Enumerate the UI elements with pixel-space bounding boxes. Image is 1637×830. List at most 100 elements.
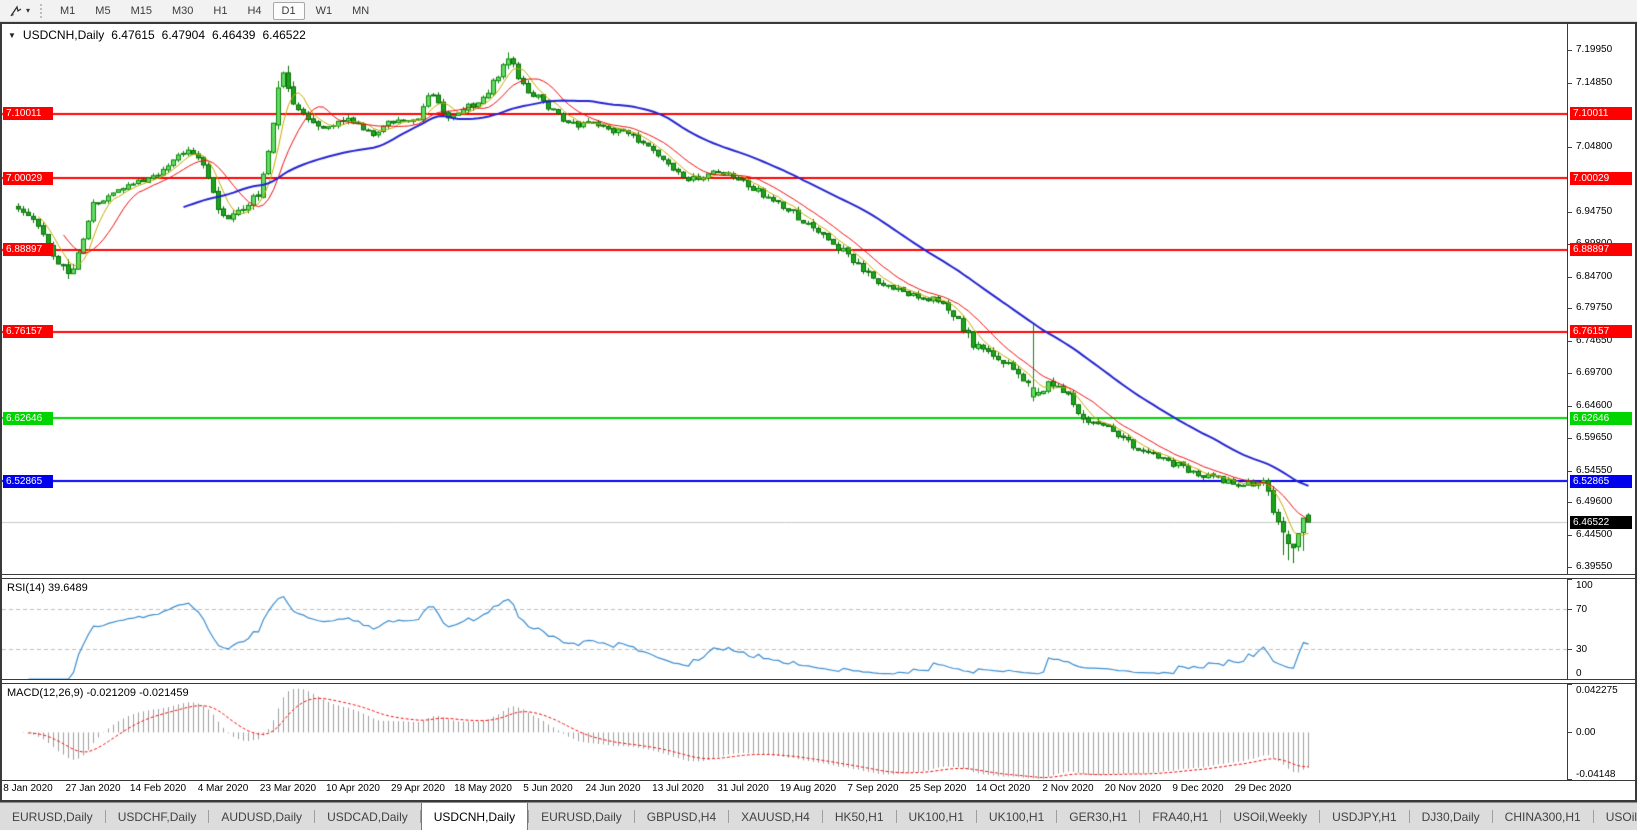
- timeframe-button-h4[interactable]: H4: [238, 2, 270, 20]
- chart-tab-usdcnh-daily[interactable]: USDCNH,Daily: [421, 803, 528, 830]
- macd-plot-area[interactable]: MACD(12,26,9) -0.021209 -0.021459: [2, 684, 1567, 780]
- ohlc-high: 6.47904: [162, 28, 205, 42]
- macd-tick-mark: [1568, 684, 1572, 685]
- price-tick-mark: [1568, 212, 1572, 213]
- rsi-panel: RSI(14) 39.6489 100 70 30 0: [2, 579, 1635, 679]
- date-tick-label: 31 Jul 2020: [717, 783, 769, 794]
- macd-canvas[interactable]: [2, 684, 1567, 780]
- price-tick-mark: [1568, 83, 1572, 84]
- price-tick-mark: [1568, 406, 1572, 407]
- price-plot-area[interactable]: ▼ USDCNH,Daily 6.47615 6.47904 6.46439 6…: [2, 24, 1567, 574]
- timeframe-button-w1[interactable]: W1: [307, 2, 342, 20]
- chart-tab-ger30-h1[interactable]: GER30,H1: [1057, 803, 1139, 830]
- chart-tab-gbpusd-h4[interactable]: GBPUSD,H4: [635, 803, 728, 830]
- chart-tab-usdchf-daily[interactable]: USDCHF,Daily: [106, 803, 209, 830]
- chart-tab-xauusd-h4[interactable]: XAUUSD,H4: [729, 803, 822, 830]
- rsi-plot-area[interactable]: RSI(14) 39.6489: [2, 579, 1567, 679]
- macd-tick-label: 0.00: [1576, 727, 1595, 738]
- chart-tab-fra40-h1[interactable]: FRA40,H1: [1140, 803, 1220, 830]
- toolbar-grip[interactable]: [40, 4, 42, 18]
- price-tick-label: 6.49600: [1576, 496, 1612, 507]
- chart-tab-eurusd-daily[interactable]: EURUSD,Daily: [0, 803, 105, 830]
- date-tick-label: 24 Jun 2020: [585, 783, 640, 794]
- macd-axis: 0.0422750.00-0.04148: [1567, 684, 1635, 780]
- rsi-tick-mark: [1568, 649, 1572, 650]
- chart-tab-usdcad-daily[interactable]: USDCAD,Daily: [315, 803, 420, 830]
- chart-tab-uk100-h1[interactable]: UK100,H1: [897, 803, 976, 830]
- chart-tab-audusd-daily[interactable]: AUDUSD,Daily: [209, 803, 314, 830]
- rsi-tick-mark: [1568, 679, 1572, 680]
- chart-tab-china300-h1[interactable]: CHINA300,H1: [1493, 803, 1593, 830]
- date-tick-label: 18 May 2020: [454, 783, 512, 794]
- macd-panel: MACD(12,26,9) -0.021209 -0.021459 0.0422…: [2, 684, 1635, 780]
- rsi-axis: 100 70 30 0: [1567, 579, 1635, 679]
- date-tick-label: 8 Jan 2020: [3, 783, 53, 794]
- date-tick-label: 13 Jul 2020: [652, 783, 704, 794]
- ohlc-low: 6.46439: [212, 28, 255, 42]
- chart-tab-hk50-h1[interactable]: HK50,H1: [823, 803, 896, 830]
- chart-tab-uk100-h1[interactable]: UK100,H1: [977, 803, 1056, 830]
- chart-tab-eurusd-daily[interactable]: EURUSD,Daily: [529, 803, 634, 830]
- hline-left-price-tag: 6.52865: [3, 475, 53, 488]
- date-tick-label: 29 Dec 2020: [1235, 783, 1292, 794]
- timeframe-button-m1[interactable]: M1: [51, 2, 84, 20]
- timeframe-button-d1[interactable]: D1: [273, 2, 305, 20]
- price-tick-label: 6.79750: [1576, 302, 1612, 313]
- hline-left-price-tag: 6.88897: [3, 243, 53, 256]
- timeframe-button-m5[interactable]: M5: [86, 2, 119, 20]
- price-tick-mark: [1568, 471, 1572, 472]
- price-panel: ▼ USDCNH,Daily 6.47615 6.47904 6.46439 6…: [2, 24, 1635, 574]
- hline-left-price-tag: 6.76157: [3, 325, 53, 338]
- rsi-tick-label: 70: [1576, 604, 1587, 615]
- price-tick-mark: [1568, 341, 1572, 342]
- timeframe-button-m30[interactable]: M30: [163, 2, 202, 20]
- timeframe-toolbar: M1M5M15M30H1H4D1W1MN: [50, 2, 379, 20]
- chart-window: ▼ USDCNH,Daily 6.47615 6.47904 6.46439 6…: [0, 22, 1637, 802]
- top-toolbar: ▾ M1M5M15M30H1H4D1W1MN: [0, 0, 1637, 22]
- date-tick-label: 7 Sep 2020: [847, 783, 898, 794]
- hline-left-price-tag: 7.10011: [3, 107, 53, 120]
- chart-tab-dj30-daily[interactable]: DJ30,Daily: [1410, 803, 1492, 830]
- date-tick-label: 4 Mar 2020: [198, 783, 249, 794]
- chart-tab-usoil-weekly[interactable]: USOil,Weekly: [1221, 803, 1319, 830]
- price-tick-mark: [1568, 147, 1572, 148]
- price-tick-mark: [1568, 438, 1572, 439]
- hline-price-tag: 6.76157: [1570, 325, 1632, 338]
- price-tick-mark: [1568, 373, 1572, 374]
- price-chart-canvas[interactable]: [2, 24, 1567, 574]
- timeframe-button-h1[interactable]: H1: [204, 2, 236, 20]
- date-tick-label: 27 Jan 2020: [65, 783, 120, 794]
- timeframe-button-mn[interactable]: MN: [343, 2, 378, 20]
- rsi-tick-label: 100: [1576, 580, 1593, 591]
- macd-tick-mark: [1568, 779, 1572, 780]
- time-axis: 8 Jan 202027 Jan 202014 Feb 20204 Mar 20…: [2, 780, 1635, 798]
- price-tick-mark: [1568, 502, 1572, 503]
- date-tick-label: 20 Nov 2020: [1105, 783, 1162, 794]
- chart-tab-bar: EURUSD,DailyUSDCHF,DailyAUDUSD,DailyUSDC…: [0, 802, 1637, 830]
- rsi-canvas[interactable]: [2, 579, 1567, 679]
- macd-tick-label: 0.042275: [1576, 685, 1618, 696]
- hline-price-tag: 6.88897: [1570, 243, 1632, 256]
- hline-price-tag: 6.52865: [1570, 475, 1632, 488]
- chevron-down-icon: ▾: [26, 6, 30, 15]
- rsi-tick-mark: [1568, 609, 1572, 610]
- hline-price-tag: 6.62646: [1570, 412, 1632, 425]
- rsi-label: RSI(14) 39.6489: [7, 582, 88, 594]
- price-tick-label: 6.94750: [1576, 206, 1612, 217]
- date-tick-label: 10 Apr 2020: [326, 783, 380, 794]
- date-tick-label: 2 Nov 2020: [1042, 783, 1093, 794]
- crosshair-cursor-icon: [9, 4, 23, 18]
- price-tick-mark: [1568, 308, 1572, 309]
- chart-cursor-tool[interactable]: ▾: [5, 3, 34, 19]
- chart-tab-partial[interactable]: USOil,: [1594, 803, 1637, 830]
- rsi-tick-label: 0: [1576, 668, 1582, 679]
- price-tick-label: 6.59650: [1576, 432, 1612, 443]
- price-tick-label: 6.44500: [1576, 529, 1612, 540]
- chart-tab-usdjpy-h1[interactable]: USDJPY,H1: [1320, 803, 1408, 830]
- hline-left-price-tag: 6.62646: [3, 412, 53, 425]
- rsi-tick-label: 30: [1576, 644, 1587, 655]
- timeframe-button-m15[interactable]: M15: [122, 2, 161, 20]
- date-tick-label: 23 Mar 2020: [260, 783, 316, 794]
- price-tick-label: 7.19950: [1576, 44, 1612, 55]
- date-tick-label: 5 Jun 2020: [523, 783, 573, 794]
